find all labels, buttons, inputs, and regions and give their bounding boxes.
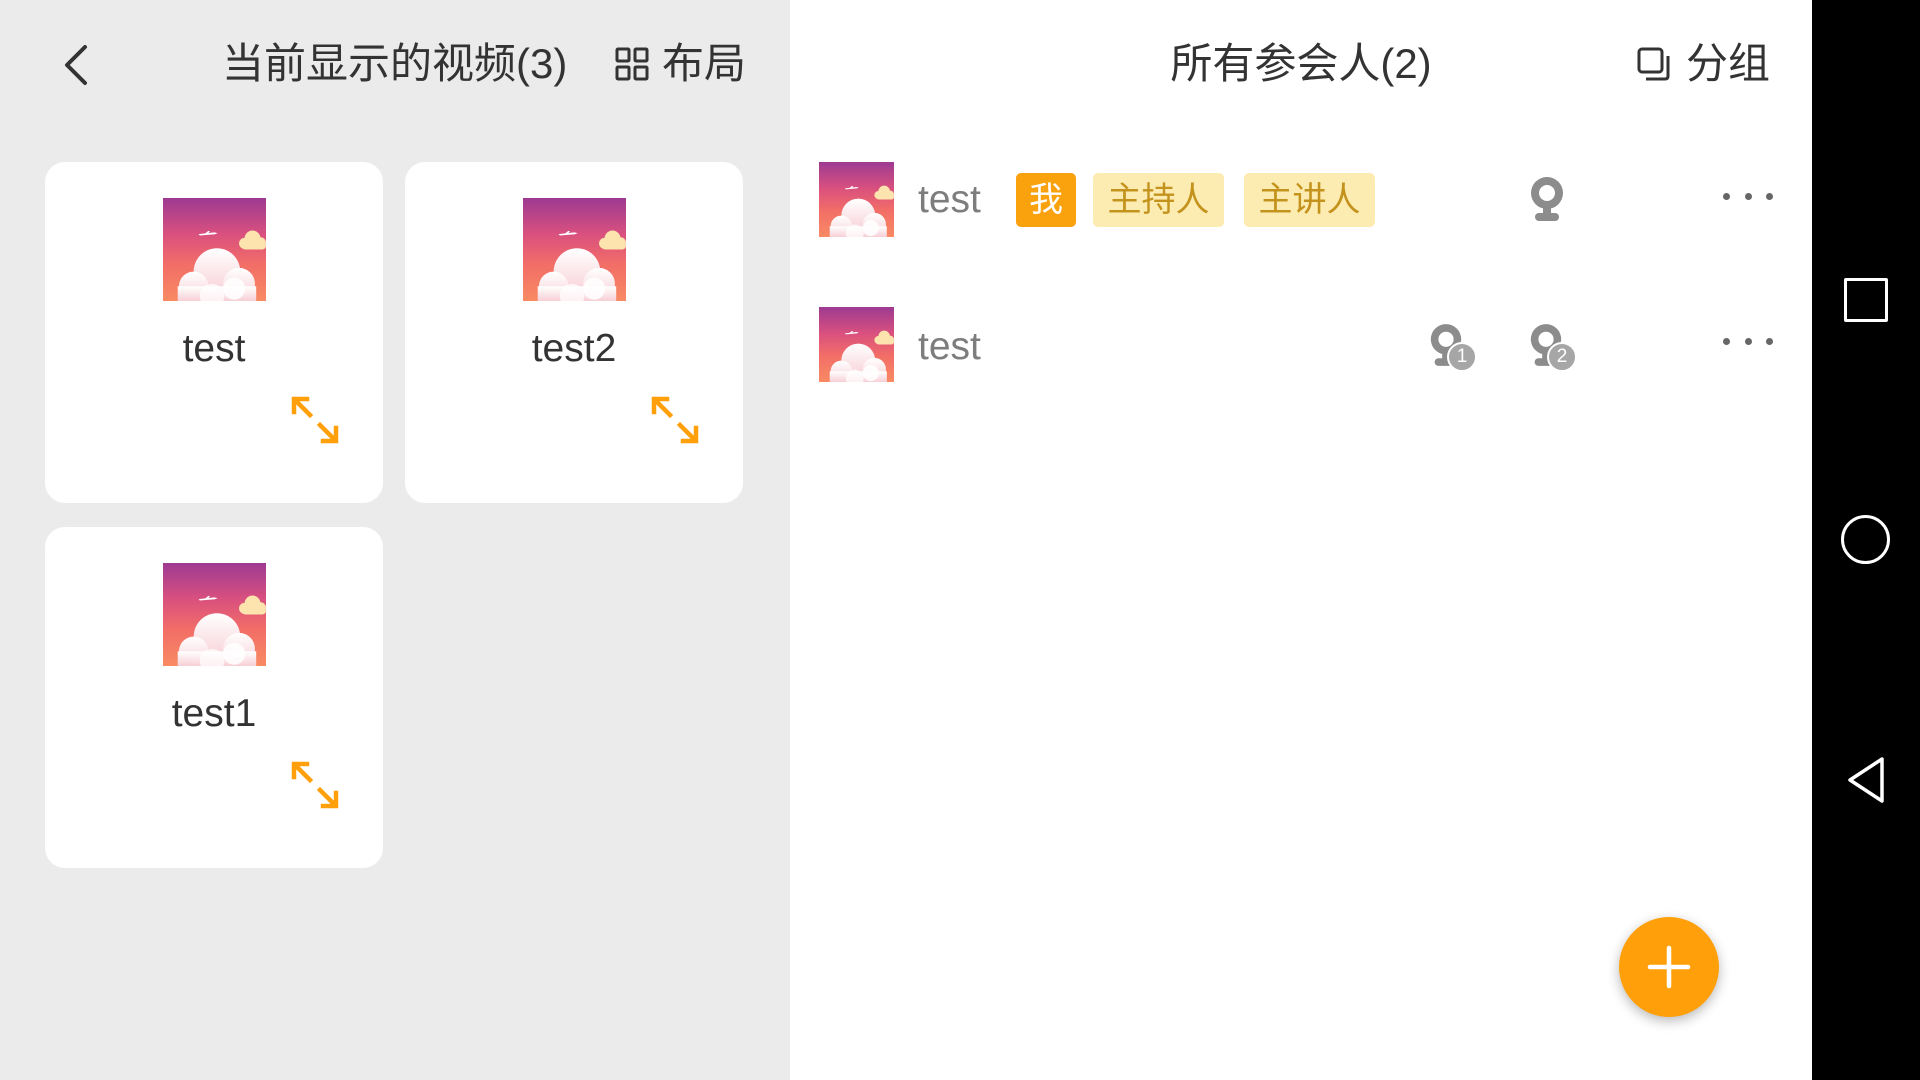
layout-button[interactable]: 布局 <box>612 40 762 88</box>
video-tile-name: test <box>182 327 246 370</box>
more-horizontal-icon-dot <box>1766 337 1773 345</box>
more-horizontal-icon-dot <box>1744 192 1752 200</box>
grid-layout-icon <box>615 47 649 81</box>
back-button[interactable] <box>50 36 100 94</box>
more-horizontal-icon-dot <box>1744 337 1752 345</box>
system-navigation-bar <box>1812 0 1920 1080</box>
group-button-label: 分组 <box>1686 40 1771 87</box>
expand-icon[interactable] <box>650 395 700 445</box>
recent-apps-square-icon[interactable] <box>1844 278 1888 322</box>
plus-icon <box>1647 945 1691 989</box>
webcam-icon <box>1531 177 1563 221</box>
webcam-button[interactable] <box>1527 175 1579 227</box>
webcam-button[interactable]: 1 <box>1427 322 1479 374</box>
more-horizontal-icon-dot <box>1723 192 1730 200</box>
webcam-button[interactable]: 2 <box>1527 322 1579 374</box>
layout-button-label: 布局 <box>662 40 747 87</box>
chevron-left-icon <box>65 45 87 85</box>
add-participant-button[interactable] <box>1619 917 1719 1017</box>
avatar <box>163 563 266 666</box>
host-badge: 主持人 <box>1093 173 1224 227</box>
more-horizontal-icon-dot <box>1766 192 1773 200</box>
avatar <box>163 198 266 301</box>
expand-icon[interactable] <box>290 760 340 810</box>
participant-name: test <box>918 325 981 368</box>
participant-name: test <box>918 178 981 221</box>
video-layout-panel: 当前显示的视频(3) 布局 test test2 test1 <box>0 0 790 1080</box>
video-tile-name: test1 <box>171 692 257 735</box>
video-tile-name: test2 <box>531 327 617 370</box>
more-options-button[interactable] <box>1723 181 1773 211</box>
home-circle-icon[interactable] <box>1841 515 1890 564</box>
video-tile[interactable]: test1 <box>45 527 383 868</box>
participants-panel: 所有参会人(2) 分组 test 我 主持人 主讲人 test 1 2 <box>790 0 1812 1080</box>
page-title: 当前显示的视频(3) <box>222 40 568 87</box>
expand-icon[interactable] <box>290 395 340 445</box>
more-options-button[interactable] <box>1723 326 1773 356</box>
video-tile[interactable]: test <box>45 162 383 503</box>
webcam-number-badge: 2 <box>1547 342 1577 372</box>
presenter-badge: 主讲人 <box>1244 173 1375 227</box>
participant-row[interactable]: test 我 主持人 主讲人 <box>790 140 1812 260</box>
avatar <box>819 307 894 382</box>
video-tile[interactable]: test2 <box>405 162 743 503</box>
back-triangle-icon[interactable] <box>1846 755 1886 805</box>
participant-row[interactable]: test 1 2 <box>790 287 1812 407</box>
more-horizontal-icon-dot <box>1723 337 1730 345</box>
me-badge: 我 <box>1016 173 1076 227</box>
group-button[interactable]: 分组 <box>1634 40 1784 88</box>
webcam-number-badge: 1 <box>1447 342 1477 372</box>
group-layers-icon <box>1637 47 1670 81</box>
avatar <box>523 198 626 301</box>
avatar <box>819 162 894 237</box>
